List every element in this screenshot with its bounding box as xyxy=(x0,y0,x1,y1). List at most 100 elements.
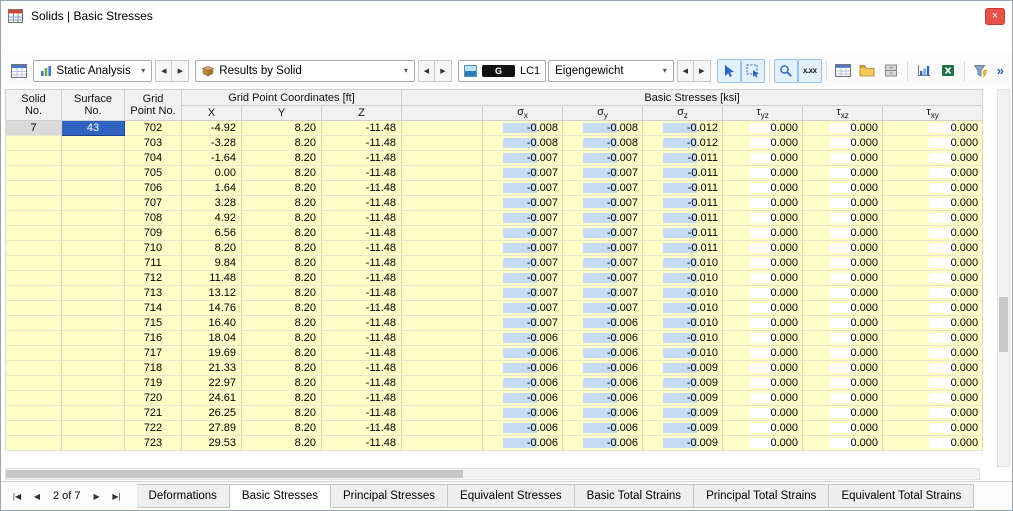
cell-spacer[interactable] xyxy=(401,345,484,362)
cell-spacer[interactable] xyxy=(401,255,484,272)
cell-sigma-y[interactable]: -0.006 xyxy=(562,420,644,437)
cell-z[interactable]: -11.48 xyxy=(321,315,403,332)
cell-x[interactable]: 4.92 xyxy=(181,210,242,227)
cell-z[interactable]: -11.48 xyxy=(321,255,403,272)
cell-grid-point-no[interactable]: 712 xyxy=(124,270,182,287)
excel-export-button[interactable] xyxy=(936,59,960,83)
cell-surface-no[interactable]: 43 xyxy=(61,120,125,137)
cell-tau-xy[interactable]: 0.000 xyxy=(882,240,984,257)
cell-y[interactable]: 8.20 xyxy=(241,210,322,227)
cell-tau-yz[interactable]: 0.000 xyxy=(722,405,804,422)
cell-y[interactable]: 8.20 xyxy=(241,315,322,332)
cell-grid-point-no[interactable]: 716 xyxy=(124,330,182,347)
cell-y[interactable]: 8.20 xyxy=(241,420,322,437)
filter-button[interactable] xyxy=(969,59,993,83)
cell-x[interactable]: -1.64 xyxy=(181,150,242,167)
cell-sigma-x[interactable]: -0.006 xyxy=(482,435,564,452)
cell-x[interactable]: 11.48 xyxy=(181,270,242,287)
cell-sigma-x[interactable]: -0.006 xyxy=(482,420,564,437)
cell-tau-yz[interactable]: 0.000 xyxy=(722,435,804,452)
cell-surface-no[interactable] xyxy=(61,285,125,302)
cell-sigma-y[interactable]: -0.007 xyxy=(562,270,644,287)
previous-page-button[interactable]: ◀ xyxy=(27,486,47,506)
cell-tau-xz[interactable]: 0.000 xyxy=(802,375,884,392)
cell-sigma-x[interactable]: -0.007 xyxy=(482,195,564,212)
cell-x[interactable]: 19.69 xyxy=(181,345,242,362)
cell-sigma-x[interactable]: -0.007 xyxy=(482,150,564,167)
cell-z[interactable]: -11.48 xyxy=(321,435,403,452)
cell-x[interactable]: 24.61 xyxy=(181,390,242,407)
cell-y[interactable]: 8.20 xyxy=(241,345,322,362)
cell-z[interactable]: -11.48 xyxy=(321,345,403,362)
cell-x[interactable]: 29.53 xyxy=(181,435,242,452)
cell-x[interactable]: 1.64 xyxy=(181,180,242,197)
cell-spacer[interactable] xyxy=(401,375,484,392)
cell-y[interactable]: 8.20 xyxy=(241,360,322,377)
cell-sigma-z[interactable]: -0.011 xyxy=(642,210,724,227)
cell-tau-xy[interactable]: 0.000 xyxy=(882,285,984,302)
cell-tau-xz[interactable]: 0.000 xyxy=(802,360,884,377)
cell-sigma-y[interactable]: -0.006 xyxy=(562,315,644,332)
cell-surface-no[interactable] xyxy=(61,315,125,332)
cell-sigma-y[interactable]: -0.006 xyxy=(562,330,644,347)
cell-solid-no[interactable] xyxy=(5,255,62,272)
cell-sigma-y[interactable]: -0.007 xyxy=(562,225,644,242)
cell-tau-xz[interactable]: 0.000 xyxy=(802,180,884,197)
cell-surface-no[interactable] xyxy=(61,210,125,227)
cell-sigma-z[interactable]: -0.009 xyxy=(642,375,724,392)
cell-tau-xy[interactable]: 0.000 xyxy=(882,435,984,452)
cell-grid-point-no[interactable]: 704 xyxy=(124,150,182,167)
cell-y[interactable]: 8.20 xyxy=(241,330,322,347)
cell-sigma-x[interactable]: -0.007 xyxy=(482,270,564,287)
cell-sigma-x[interactable]: -0.006 xyxy=(482,375,564,392)
next-page-button[interactable]: ▶ xyxy=(87,486,107,506)
cell-x[interactable]: 14.76 xyxy=(181,300,242,317)
cell-tau-yz[interactable]: 0.000 xyxy=(722,330,804,347)
cell-grid-point-no[interactable]: 715 xyxy=(124,315,182,332)
archive-button[interactable] xyxy=(879,59,903,83)
cell-solid-no[interactable]: 7 xyxy=(5,120,62,137)
cell-tau-xz[interactable]: 0.000 xyxy=(802,120,884,137)
cell-grid-point-no[interactable]: 707 xyxy=(124,195,182,212)
cell-spacer[interactable] xyxy=(401,315,484,332)
cell-surface-no[interactable] xyxy=(61,330,125,347)
cell-sigma-y[interactable]: -0.007 xyxy=(562,180,644,197)
cell-sigma-y[interactable]: -0.006 xyxy=(562,435,644,452)
cell-x[interactable]: 26.25 xyxy=(181,405,242,422)
cell-sigma-x[interactable]: -0.007 xyxy=(482,165,564,182)
cell-solid-no[interactable] xyxy=(5,135,62,152)
close-button[interactable]: × xyxy=(985,7,1005,25)
cell-sigma-y[interactable]: -0.007 xyxy=(562,240,644,257)
toolbar-overflow-button[interactable]: » xyxy=(997,63,1004,78)
cell-solid-no[interactable] xyxy=(5,195,62,212)
cell-tau-xy[interactable]: 0.000 xyxy=(882,345,984,362)
cell-solid-no[interactable] xyxy=(5,225,62,242)
cell-surface-no[interactable] xyxy=(61,180,125,197)
cell-tau-xy[interactable]: 0.000 xyxy=(882,420,984,437)
cell-tau-yz[interactable]: 0.000 xyxy=(722,375,804,392)
cell-x[interactable]: 8.20 xyxy=(181,240,242,257)
cell-tau-xy[interactable]: 0.000 xyxy=(882,255,984,272)
cell-solid-no[interactable] xyxy=(5,435,62,452)
cell-sigma-y[interactable]: -0.006 xyxy=(562,375,644,392)
cell-sigma-x[interactable]: -0.007 xyxy=(482,210,564,227)
cell-sigma-z[interactable]: -0.011 xyxy=(642,225,724,242)
cell-z[interactable]: -11.48 xyxy=(321,330,403,347)
cell-sigma-x[interactable]: -0.007 xyxy=(482,315,564,332)
cell-grid-point-no[interactable]: 706 xyxy=(124,180,182,197)
analysis-next-button[interactable]: ▶ xyxy=(172,59,190,82)
cell-x[interactable]: 6.56 xyxy=(181,225,242,242)
cell-tau-xy[interactable]: 0.000 xyxy=(882,195,984,212)
cell-spacer[interactable] xyxy=(401,360,484,377)
cell-tau-xy[interactable]: 0.000 xyxy=(882,330,984,347)
cell-y[interactable]: 8.20 xyxy=(241,165,322,182)
cell-tau-xz[interactable]: 0.000 xyxy=(802,390,884,407)
cell-z[interactable]: -11.48 xyxy=(321,390,403,407)
cell-spacer[interactable] xyxy=(401,330,484,347)
cell-sigma-z[interactable]: -0.009 xyxy=(642,435,724,452)
cell-solid-no[interactable] xyxy=(5,405,62,422)
cell-sigma-y[interactable]: -0.006 xyxy=(562,405,644,422)
cell-sigma-z[interactable]: -0.010 xyxy=(642,255,724,272)
cell-sigma-x[interactable]: -0.007 xyxy=(482,300,564,317)
cell-x[interactable]: 22.97 xyxy=(181,375,242,392)
